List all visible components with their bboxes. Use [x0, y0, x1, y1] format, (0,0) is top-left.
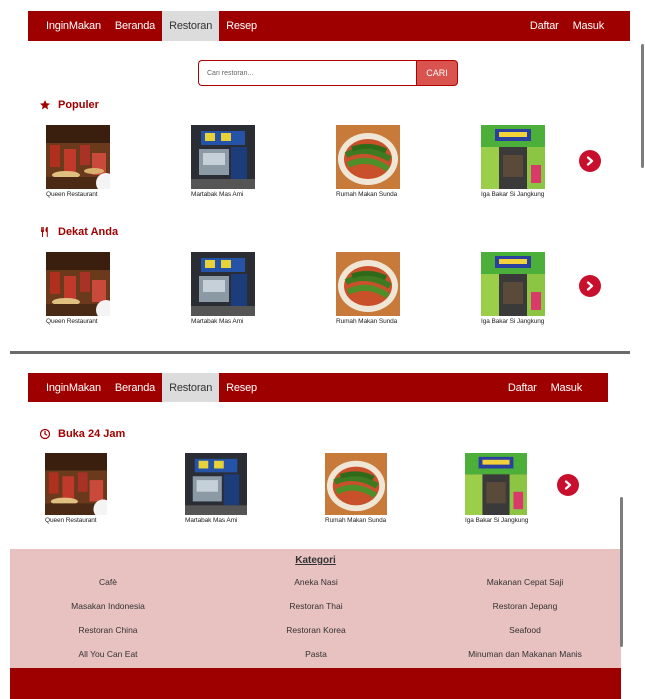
search-input[interactable] — [198, 60, 416, 86]
restaurant-card[interactable]: Rumah Makan Sunda — [336, 125, 400, 198]
section-title-text: Buka 24 Jam — [58, 427, 126, 440]
restaurant-photo — [481, 252, 545, 316]
restaurant-card[interactable]: Iga Bakar Si Jangkung — [481, 125, 545, 198]
restaurant-photo — [325, 453, 387, 515]
nav-spacer — [264, 11, 523, 41]
restaurant-photo — [481, 125, 545, 189]
section-title-text: Dekat Anda — [58, 225, 119, 238]
nav-masuk[interactable]: Masuk — [544, 373, 608, 402]
restaurant-name: Rumah Makan Sunda — [336, 191, 398, 198]
category-link[interactable]: Restoran Jepang — [493, 601, 558, 611]
scrollbar-thumb[interactable] — [641, 44, 644, 168]
screenshot-bottom: InginMakan Beranda Restoran Resep Daftar… — [0, 356, 645, 699]
next-arrow-button[interactable] — [579, 150, 601, 172]
restaurant-card[interactable]: Rumah Makan Sunda — [336, 252, 400, 325]
restaurant-card[interactable]: Martabak Mas Ami — [185, 453, 247, 524]
navbar: InginMakan Beranda Restoran Resep Daftar… — [28, 11, 630, 41]
nav-resep[interactable]: Resep — [219, 373, 264, 402]
nav-resep[interactable]: Resep — [219, 11, 264, 41]
nav-beranda[interactable]: Beranda — [108, 11, 162, 41]
nav-masuk[interactable]: Masuk — [566, 11, 630, 41]
restaurant-name: Iga Bakar Si Jangkung — [465, 517, 529, 524]
clock-icon — [38, 427, 51, 440]
category-link[interactable]: Cafè — [99, 577, 117, 587]
nav-spacer — [264, 373, 501, 402]
nav-beranda[interactable]: Beranda — [108, 373, 162, 402]
footer-bar — [10, 668, 621, 699]
brand-link[interactable]: InginMakan — [28, 11, 108, 41]
restaurant-card[interactable]: Martabak Mas Ami — [191, 252, 255, 325]
restaurant-name: Rumah Makan Sunda — [325, 517, 387, 524]
chevron-right-icon — [564, 480, 572, 490]
section-title-dekat-anda: Dekat Anda — [38, 225, 118, 238]
restaurant-photo — [465, 453, 527, 515]
screenshot-divider — [10, 351, 630, 354]
next-arrow-button[interactable] — [557, 474, 579, 496]
nav-daftar[interactable]: Daftar — [523, 11, 566, 41]
restaurant-name: Martabak Mas Ami — [191, 318, 244, 325]
restaurant-card[interactable]: Queen Restaurant — [46, 252, 110, 325]
navbar: InginMakan Beranda Restoran Resep Daftar… — [28, 373, 608, 402]
restaurant-card[interactable]: Queen Restaurant — [45, 453, 107, 524]
restaurant-card[interactable]: Martabak Mas Ami — [191, 125, 255, 198]
restaurant-photo — [191, 125, 255, 189]
search-button[interactable]: CARI — [416, 60, 458, 86]
restaurant-photo — [336, 252, 400, 316]
restaurant-card[interactable]: Rumah Makan Sunda — [325, 453, 387, 524]
nav-daftar[interactable]: Daftar — [501, 373, 544, 402]
cutlery-icon — [38, 225, 51, 238]
star-icon — [38, 98, 51, 111]
category-link[interactable]: Restoran Thai — [289, 601, 342, 611]
chevron-right-icon — [586, 156, 594, 166]
next-arrow-button[interactable] — [579, 275, 601, 297]
restaurant-photo — [336, 125, 400, 189]
restaurant-name: Rumah Makan Sunda — [336, 318, 398, 325]
category-link[interactable]: Pasta — [305, 649, 327, 659]
restaurant-card[interactable]: Iga Bakar Si Jangkung — [481, 252, 545, 325]
section-title-populer: Populer — [38, 98, 99, 111]
restaurant-name: Martabak Mas Ami — [185, 517, 238, 524]
screenshot-top: InginMakan Beranda Restoran Resep Daftar… — [0, 0, 645, 352]
restaurant-card[interactable]: Queen Restaurant — [46, 125, 110, 198]
restaurant-photo — [191, 252, 255, 316]
restaurant-name: Iga Bakar Si Jangkung — [481, 191, 545, 198]
restaurant-name: Queen Restaurant — [46, 318, 98, 325]
restaurant-photo — [185, 453, 247, 515]
category-link[interactable]: Makanan Cepat Saji — [487, 577, 564, 587]
category-link[interactable]: Aneka Nasi — [294, 577, 337, 587]
category-link[interactable]: Minuman dan Makanan Manis — [468, 649, 582, 659]
restaurant-photo — [45, 453, 107, 515]
restaurant-name: Martabak Mas Ami — [191, 191, 244, 198]
chevron-right-icon — [586, 281, 594, 291]
section-title-text: Populer — [58, 98, 99, 111]
restaurant-name: Queen Restaurant — [45, 517, 97, 524]
search-bar: CARI — [198, 60, 458, 86]
category-link[interactable]: Masakan Indonesia — [71, 601, 145, 611]
category-link[interactable]: Restoran China — [78, 625, 137, 635]
nav-restoran[interactable]: Restoran — [162, 11, 220, 41]
category-link[interactable]: Restoran Korea — [286, 625, 346, 635]
restaurant-name: Queen Restaurant — [46, 191, 98, 198]
kategori-panel: Kategori Cafè Aneka Nasi Makanan Cepat S… — [10, 549, 621, 668]
section-title-buka-24-jam: Buka 24 Jam — [38, 427, 125, 440]
restaurant-name: Iga Bakar Si Jangkung — [481, 318, 545, 325]
restaurant-photo — [46, 125, 110, 189]
kategori-title: Kategori — [295, 555, 336, 566]
restaurant-photo — [46, 252, 110, 316]
scrollbar-thumb[interactable] — [620, 497, 623, 647]
nav-restoran[interactable]: Restoran — [162, 373, 220, 402]
restaurant-card[interactable]: Iga Bakar Si Jangkung — [465, 453, 528, 524]
category-link[interactable]: All You Can Eat — [78, 649, 137, 659]
category-link[interactable]: Seafood — [509, 625, 541, 635]
brand-link[interactable]: InginMakan — [28, 373, 108, 402]
